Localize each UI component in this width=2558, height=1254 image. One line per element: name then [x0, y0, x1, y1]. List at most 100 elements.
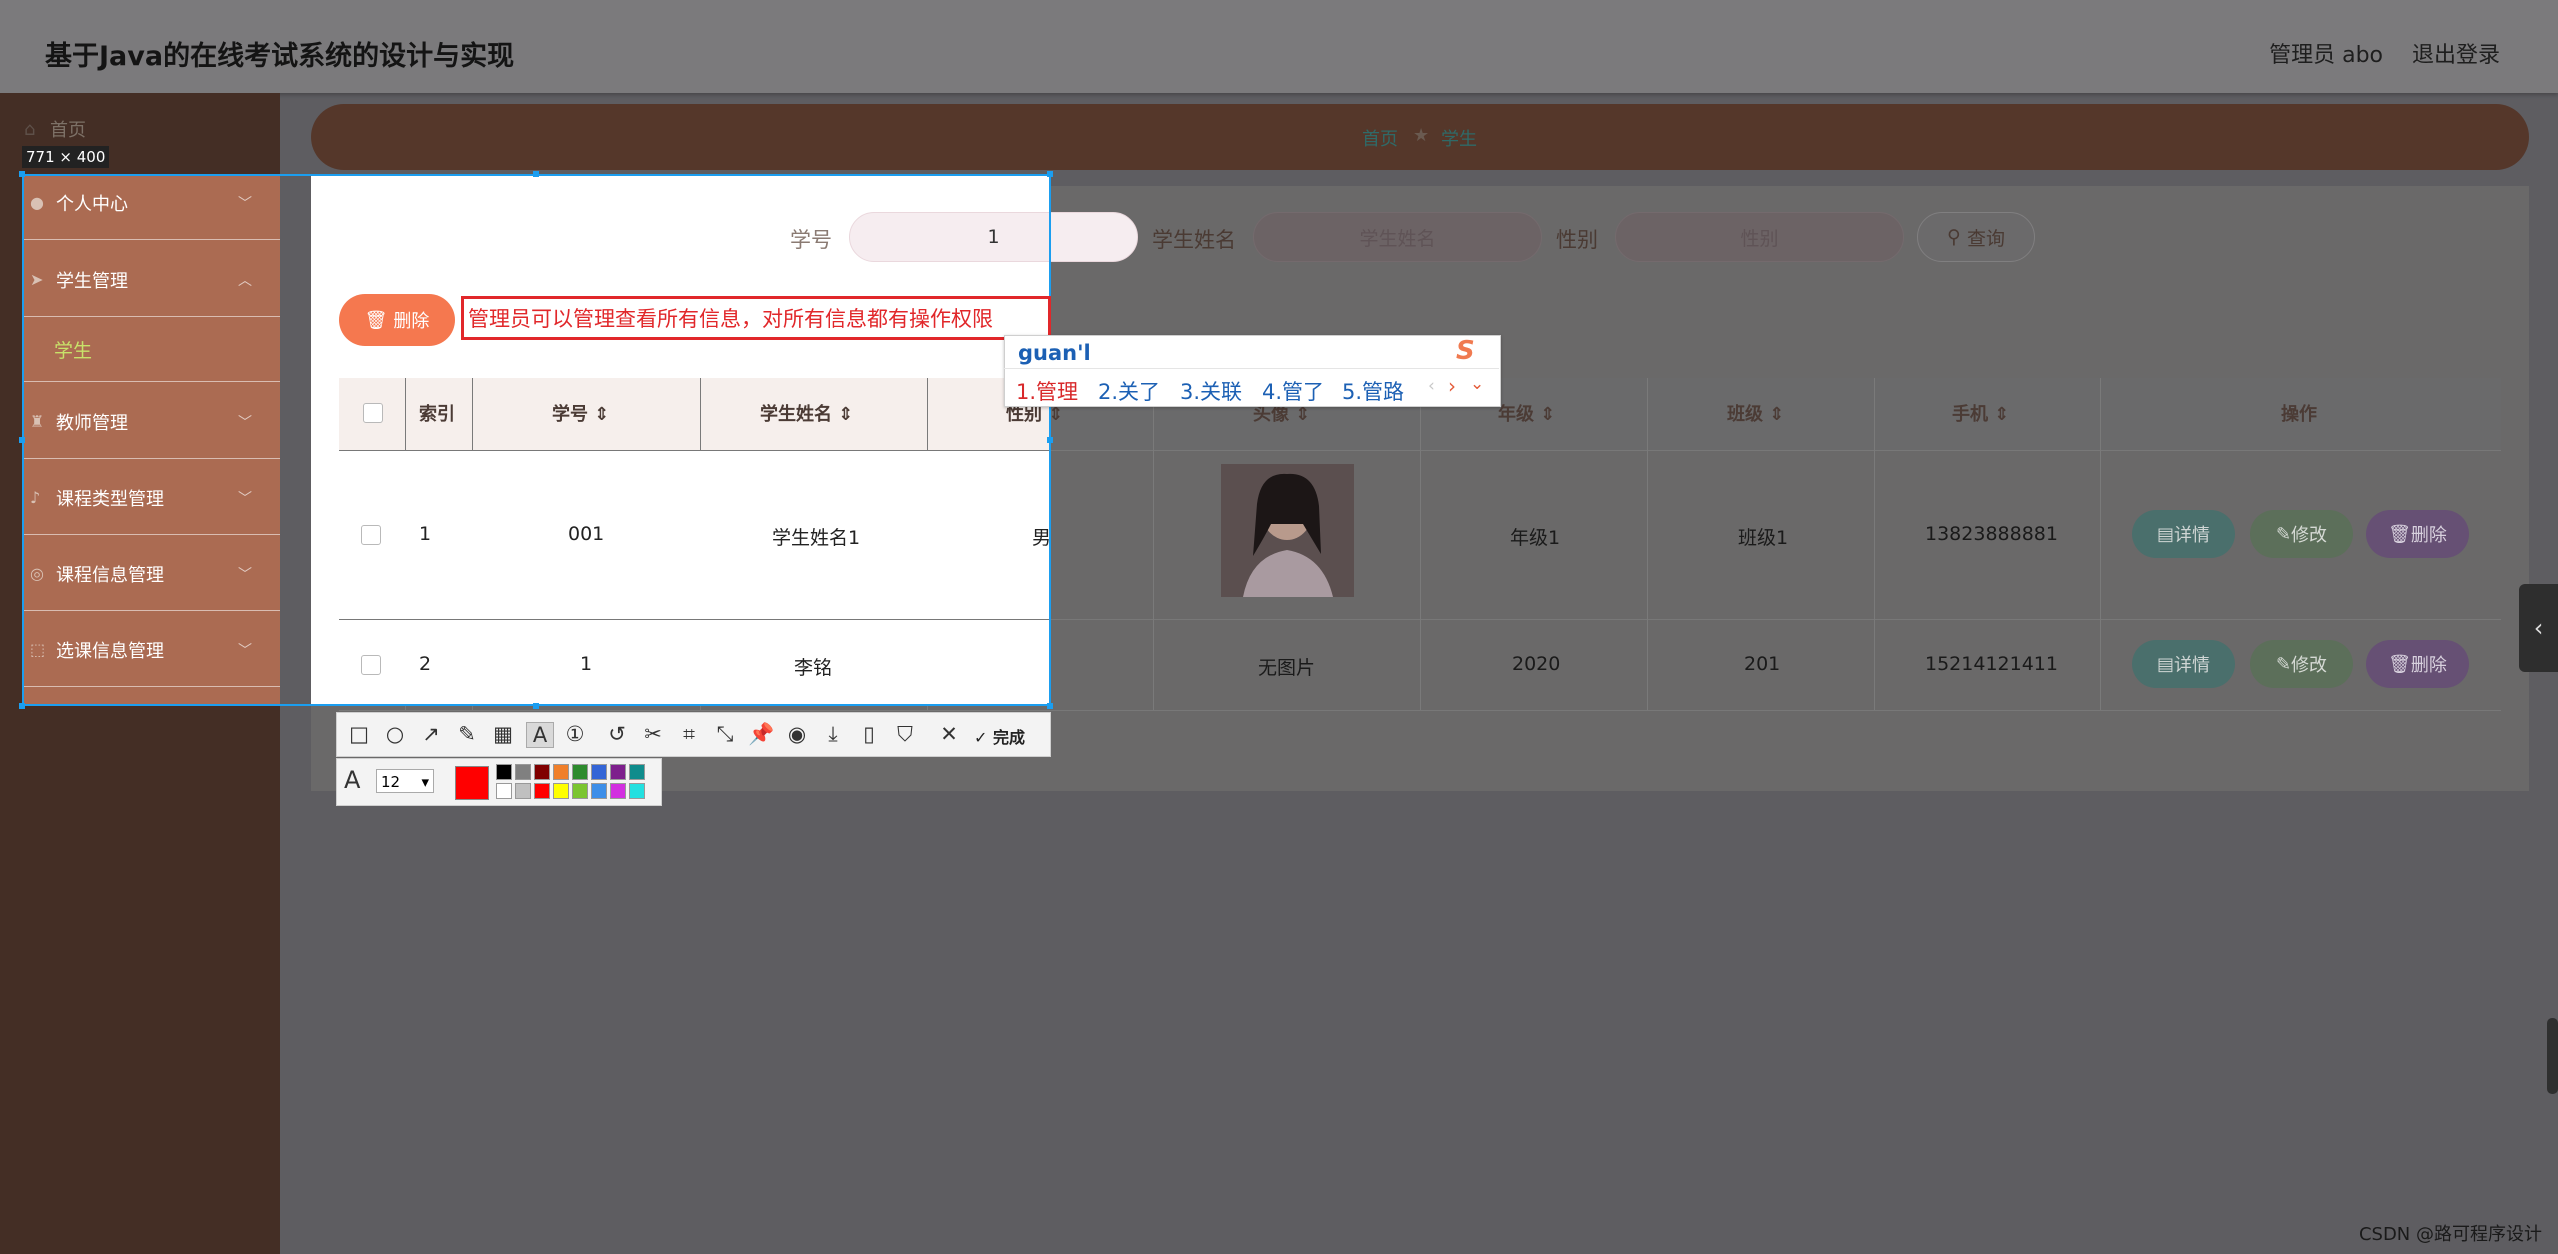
- ime-candidate-5[interactable]: 5.管路: [1342, 376, 1404, 406]
- ime-expand-icon[interactable]: ⌄: [1470, 374, 1484, 394]
- ocr-tool-icon[interactable]: ⌗: [676, 722, 702, 747]
- record-icon[interactable]: ◉: [784, 722, 810, 746]
- col-phone[interactable]: 手机 ⇕: [1952, 400, 2009, 426]
- arrow-tool-icon[interactable]: ↗: [418, 722, 444, 746]
- color-swatch[interactable]: [534, 764, 550, 780]
- cell-grade: 2020: [1512, 653, 1561, 675]
- color-swatch[interactable]: [610, 783, 626, 799]
- delete-button[interactable]: 🗑 删除: [2366, 640, 2469, 688]
- edit-button[interactable]: ✎ 修改: [2250, 640, 2353, 688]
- student-name-input[interactable]: 学生姓名: [1253, 212, 1542, 262]
- color-swatch[interactable]: [553, 764, 569, 780]
- mosaic-tool-icon[interactable]: ▦: [490, 722, 516, 746]
- done-button[interactable]: ✓ 完成: [974, 724, 1025, 748]
- watermark: CSDN @路可程序设计: [2358, 1224, 2542, 1245]
- font-size-select[interactable]: 12 ▾: [376, 769, 434, 793]
- edit-button[interactable]: ✎ 修改: [2250, 510, 2353, 558]
- color-palette: [496, 764, 656, 799]
- bookmark-icon[interactable]: ⛉: [892, 722, 918, 747]
- search-icon: ⚲: [1947, 226, 1961, 248]
- color-swatch[interactable]: [629, 783, 645, 799]
- current-color-swatch[interactable]: [455, 766, 489, 800]
- sidebar-item-home[interactable]: ⌂ 首页: [24, 112, 86, 146]
- trash-icon: 🗑: [2388, 523, 2411, 545]
- student-name-label: 学生姓名: [1152, 228, 1236, 252]
- collapse-panel-button[interactable]: ‹: [2519, 584, 2558, 672]
- current-user-label: 管理员 abo: [2269, 43, 2383, 68]
- pin-icon[interactable]: 📌: [748, 722, 774, 747]
- cell-phone: 13823888881: [1925, 523, 2058, 545]
- color-swatch[interactable]: [553, 783, 569, 799]
- resize-handle[interactable]: [533, 171, 539, 177]
- annotation-text-box[interactable]: 管理员可以管理查看所有信息，对所有信息都有操作权限: [461, 296, 1051, 340]
- pencil-icon: ✎: [2275, 523, 2292, 545]
- resize-handle[interactable]: [19, 437, 25, 443]
- col-grade[interactable]: 年级 ⇕: [1498, 400, 1555, 426]
- resize-handle[interactable]: [1047, 703, 1053, 709]
- breadcrumb-current: 学生: [1441, 129, 1477, 150]
- number-tool-icon[interactable]: ①: [562, 722, 588, 746]
- pencil-icon: ✎: [2275, 653, 2292, 675]
- cut-tool-icon[interactable]: ✂: [640, 722, 666, 746]
- color-swatch[interactable]: [496, 783, 512, 799]
- ime-candidate-4[interactable]: 4.管了: [1262, 376, 1324, 406]
- cell-class: 201: [1744, 653, 1781, 675]
- sidebar-item-label: 首页: [50, 120, 86, 141]
- copy-icon[interactable]: ▯: [856, 722, 882, 746]
- capture-size-label: 771 × 400: [22, 146, 110, 168]
- rectangle-tool-icon[interactable]: □: [346, 722, 372, 746]
- query-button[interactable]: ⚲ 查询: [1917, 212, 2035, 262]
- sort-icon: ⇕: [1994, 404, 2010, 425]
- col-divider: [1647, 378, 1648, 710]
- chevron-left-icon: ‹: [2533, 614, 2544, 642]
- text-tool-icon[interactable]: A: [526, 722, 554, 748]
- scrollbar-thumb[interactable]: [2547, 1018, 2558, 1094]
- ime-composition-text: guan'l: [1018, 341, 1091, 365]
- undo-icon[interactable]: ↺: [604, 722, 630, 746]
- font-icon: A: [344, 766, 361, 794]
- breadcrumb-home[interactable]: 首页: [1362, 125, 1398, 151]
- resize-handle[interactable]: [19, 171, 25, 177]
- ime-prev-icon[interactable]: ‹: [1428, 376, 1435, 396]
- gender-label: 性别: [1556, 228, 1598, 252]
- col-divider: [1153, 378, 1154, 710]
- col-class[interactable]: 班级 ⇕: [1727, 400, 1784, 426]
- scroll-capture-icon[interactable]: ⤡: [712, 722, 738, 747]
- detail-button[interactable]: ▤ 详情: [2132, 510, 2235, 558]
- ellipse-tool-icon[interactable]: ○: [382, 722, 408, 746]
- delete-button[interactable]: 🗑 删除: [2366, 510, 2469, 558]
- pen-tool-icon[interactable]: ✎: [454, 722, 480, 746]
- color-swatch[interactable]: [515, 764, 531, 780]
- col-divider: [1420, 378, 1421, 710]
- resize-handle[interactable]: [19, 703, 25, 709]
- gender-select[interactable]: 性别: [1615, 212, 1904, 262]
- avatar: [1221, 464, 1354, 597]
- color-swatch[interactable]: [591, 764, 607, 780]
- color-swatch[interactable]: [591, 783, 607, 799]
- col-actions: 操作: [2281, 404, 2317, 425]
- ime-divider: [1004, 368, 1499, 369]
- logout-link[interactable]: 退出登录: [2412, 37, 2500, 69]
- document-icon: ▤: [2156, 653, 2174, 675]
- color-swatch[interactable]: [629, 764, 645, 780]
- resize-handle[interactable]: [533, 703, 539, 709]
- color-swatch[interactable]: [534, 783, 550, 799]
- color-swatch[interactable]: [496, 764, 512, 780]
- ime-candidate-2[interactable]: 2.关了: [1098, 376, 1160, 406]
- ime-next-icon[interactable]: ›: [1448, 374, 1456, 398]
- trash-icon: 🗑: [2388, 653, 2411, 675]
- ime-candidate-1[interactable]: 1.管理: [1016, 376, 1078, 406]
- document-icon: ▤: [2156, 523, 2174, 545]
- resize-handle[interactable]: [1047, 171, 1053, 177]
- color-swatch[interactable]: [610, 764, 626, 780]
- color-swatch[interactable]: [572, 764, 588, 780]
- capture-selection-box[interactable]: [22, 174, 1051, 706]
- ime-candidate-3[interactable]: 3.关联: [1180, 376, 1242, 406]
- app-title: 基于Java的在线考试系统的设计与实现: [45, 41, 515, 72]
- download-icon[interactable]: ⤓: [820, 722, 846, 747]
- color-swatch[interactable]: [572, 783, 588, 799]
- color-swatch[interactable]: [515, 783, 531, 799]
- resize-handle[interactable]: [1047, 437, 1053, 443]
- detail-button[interactable]: ▤ 详情: [2132, 640, 2235, 688]
- close-icon[interactable]: ✕: [936, 722, 962, 746]
